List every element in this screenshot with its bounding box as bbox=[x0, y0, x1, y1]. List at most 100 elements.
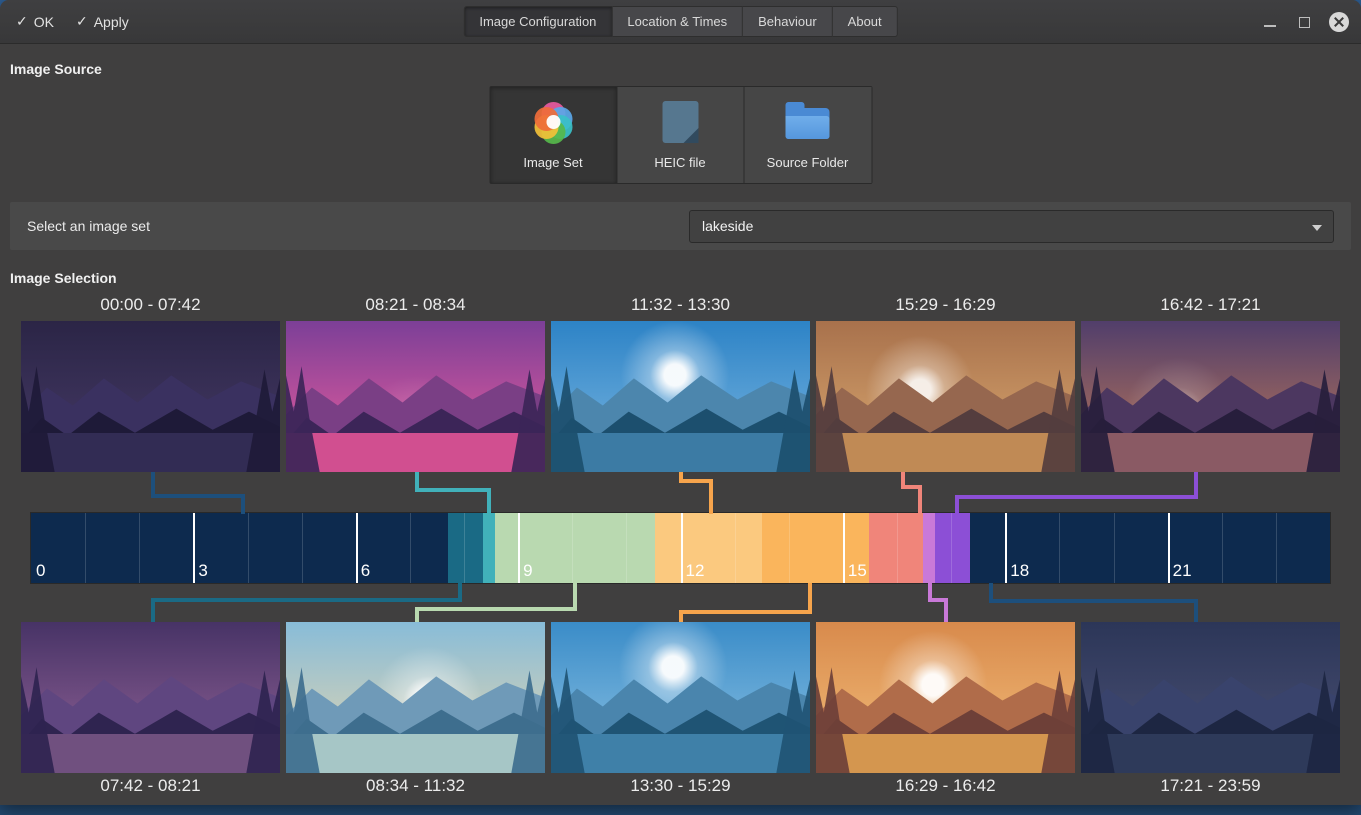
time-range-label: 16:42 - 17:21 bbox=[1081, 295, 1340, 315]
dropdown-caret-icon bbox=[1312, 225, 1322, 231]
hour-tick bbox=[1114, 513, 1115, 583]
time-range-label: 07:42 - 08:21 bbox=[21, 776, 280, 796]
image-set-dropdown-value: lakeside bbox=[690, 218, 753, 234]
time-range-label: 00:00 - 07:42 bbox=[21, 295, 280, 315]
header-tabs: Image Configuration Location & Times Beh… bbox=[463, 6, 897, 37]
hour-tick bbox=[248, 513, 249, 583]
check-icon: ✓ bbox=[16, 13, 28, 30]
tab-location-times[interactable]: Location & Times bbox=[612, 6, 743, 37]
hour-tick bbox=[302, 513, 303, 583]
lake-water bbox=[816, 433, 1075, 472]
minimize-icon[interactable] bbox=[1261, 13, 1279, 31]
top-thumbnail-row bbox=[0, 321, 1361, 472]
timeline-segment[interactable] bbox=[923, 513, 935, 583]
main-content: Image Source Image Set HEIC file Source … bbox=[0, 44, 1361, 805]
timeline-segment[interactable] bbox=[935, 513, 970, 583]
hour-label: 3 bbox=[193, 561, 207, 581]
lake-water bbox=[1081, 734, 1340, 773]
ok-button[interactable]: ✓ OK bbox=[16, 13, 54, 30]
hour-tick bbox=[1059, 513, 1060, 583]
hour-tick bbox=[139, 513, 140, 583]
hour-tick bbox=[897, 513, 898, 583]
titlebar-actions: ✓ OK ✓ Apply bbox=[0, 13, 129, 30]
hour-label: 21 bbox=[1168, 561, 1192, 581]
wallpaper-thumbnail-sunset[interactable] bbox=[816, 622, 1075, 773]
tab-image-configuration[interactable]: Image Configuration bbox=[463, 6, 612, 37]
image-set-select-row: Select an image set lakeside bbox=[10, 202, 1351, 250]
source-type-label: HEIC file bbox=[654, 155, 705, 170]
apply-button[interactable]: ✓ Apply bbox=[76, 13, 129, 30]
hour-tick bbox=[735, 513, 736, 583]
hour-label: 18 bbox=[1005, 561, 1029, 581]
hour-label: 12 bbox=[681, 561, 705, 581]
lake-water bbox=[816, 734, 1075, 773]
apply-button-label: Apply bbox=[94, 14, 129, 30]
wallpaper-thumbnail-morning[interactable] bbox=[286, 622, 545, 773]
source-type-group: Image Set HEIC file Source Folder bbox=[489, 86, 872, 184]
tab-behaviour[interactable]: Behaviour bbox=[743, 6, 833, 37]
lake-water bbox=[21, 734, 280, 773]
hour-label: 15 bbox=[843, 561, 867, 581]
hour-tick bbox=[1276, 513, 1277, 583]
wallpaper-thumbnail-evening[interactable] bbox=[1081, 622, 1340, 773]
hour-tick bbox=[85, 513, 86, 583]
hour-label: 0 bbox=[31, 561, 45, 581]
folder-icon bbox=[785, 100, 831, 146]
source-type-heic-file[interactable]: HEIC file bbox=[617, 87, 744, 183]
wallpaper-thumbnail-night[interactable] bbox=[21, 321, 280, 472]
top-time-labels: 00:00 - 07:42 08:21 - 08:34 11:32 - 13:3… bbox=[0, 295, 1361, 315]
titlebar: ✓ OK ✓ Apply Image Configuration Locatio… bbox=[0, 0, 1361, 44]
source-type-label: Image Set bbox=[523, 155, 582, 170]
hour-tick bbox=[464, 513, 465, 583]
image-selection-section-title: Image Selection bbox=[10, 270, 117, 286]
bottom-thumbnail-row bbox=[0, 622, 1361, 773]
check-icon: ✓ bbox=[76, 13, 88, 30]
time-range-label: 17:21 - 23:59 bbox=[1081, 776, 1340, 796]
wallpaper-thumbnail-sunrise[interactable] bbox=[286, 321, 545, 472]
time-range-label: 15:29 - 16:29 bbox=[816, 295, 1075, 315]
source-type-source-folder[interactable]: Source Folder bbox=[744, 87, 871, 183]
timeline-track[interactable]: 0 3 6 9 12 15 18 21 bbox=[31, 513, 1330, 583]
source-type-label: Source Folder bbox=[767, 155, 849, 170]
close-icon[interactable] bbox=[1329, 12, 1349, 32]
wallpaper-thumbnail-early-afternoon[interactable] bbox=[551, 622, 810, 773]
timeline-segment[interactable] bbox=[869, 513, 923, 583]
timeline-segment[interactable] bbox=[448, 513, 483, 583]
time-range-label: 13:30 - 15:29 bbox=[551, 776, 810, 796]
window-controls bbox=[1261, 12, 1361, 32]
app-window: ✓ OK ✓ Apply Image Configuration Locatio… bbox=[0, 0, 1361, 805]
wallpaper-thumbnail-dawn[interactable] bbox=[21, 622, 280, 773]
hour-label: 9 bbox=[518, 561, 532, 581]
hour-tick bbox=[951, 513, 952, 583]
lake-water bbox=[1081, 433, 1340, 472]
timeline-segment[interactable] bbox=[31, 513, 448, 583]
image-source-section-title: Image Source bbox=[10, 61, 102, 77]
source-type-image-set[interactable]: Image Set bbox=[490, 87, 617, 183]
wallpaper-thumbnail-midday[interactable] bbox=[551, 321, 810, 472]
hour-label: 6 bbox=[356, 561, 370, 581]
hour-tick bbox=[789, 513, 790, 583]
hour-tick bbox=[572, 513, 573, 583]
color-wheel-icon bbox=[530, 100, 576, 146]
image-set-dropdown[interactable]: lakeside bbox=[689, 210, 1334, 243]
timeline-segment[interactable] bbox=[655, 513, 762, 583]
time-range-label: 08:21 - 08:34 bbox=[286, 295, 545, 315]
hour-tick bbox=[1222, 513, 1223, 583]
heic-file-icon bbox=[657, 100, 703, 146]
hour-tick bbox=[410, 513, 411, 583]
tab-about[interactable]: About bbox=[833, 6, 898, 37]
ok-button-label: OK bbox=[34, 14, 54, 30]
timeline-segment[interactable] bbox=[483, 513, 495, 583]
lake-water bbox=[551, 433, 810, 472]
bottom-time-labels: 07:42 - 08:21 08:34 - 11:32 13:30 - 15:2… bbox=[0, 776, 1361, 796]
wallpaper-thumbnail-dusk[interactable] bbox=[1081, 321, 1340, 472]
lake-water bbox=[286, 734, 545, 773]
hour-tick bbox=[626, 513, 627, 583]
time-range-label: 16:29 - 16:42 bbox=[816, 776, 1075, 796]
lake-water bbox=[551, 734, 810, 773]
wallpaper-thumbnail-afternoon[interactable] bbox=[816, 321, 1075, 472]
maximize-icon[interactable] bbox=[1295, 13, 1313, 31]
time-range-label: 08:34 - 11:32 bbox=[286, 776, 545, 796]
lake-water bbox=[21, 433, 280, 472]
lake-water bbox=[286, 433, 545, 472]
